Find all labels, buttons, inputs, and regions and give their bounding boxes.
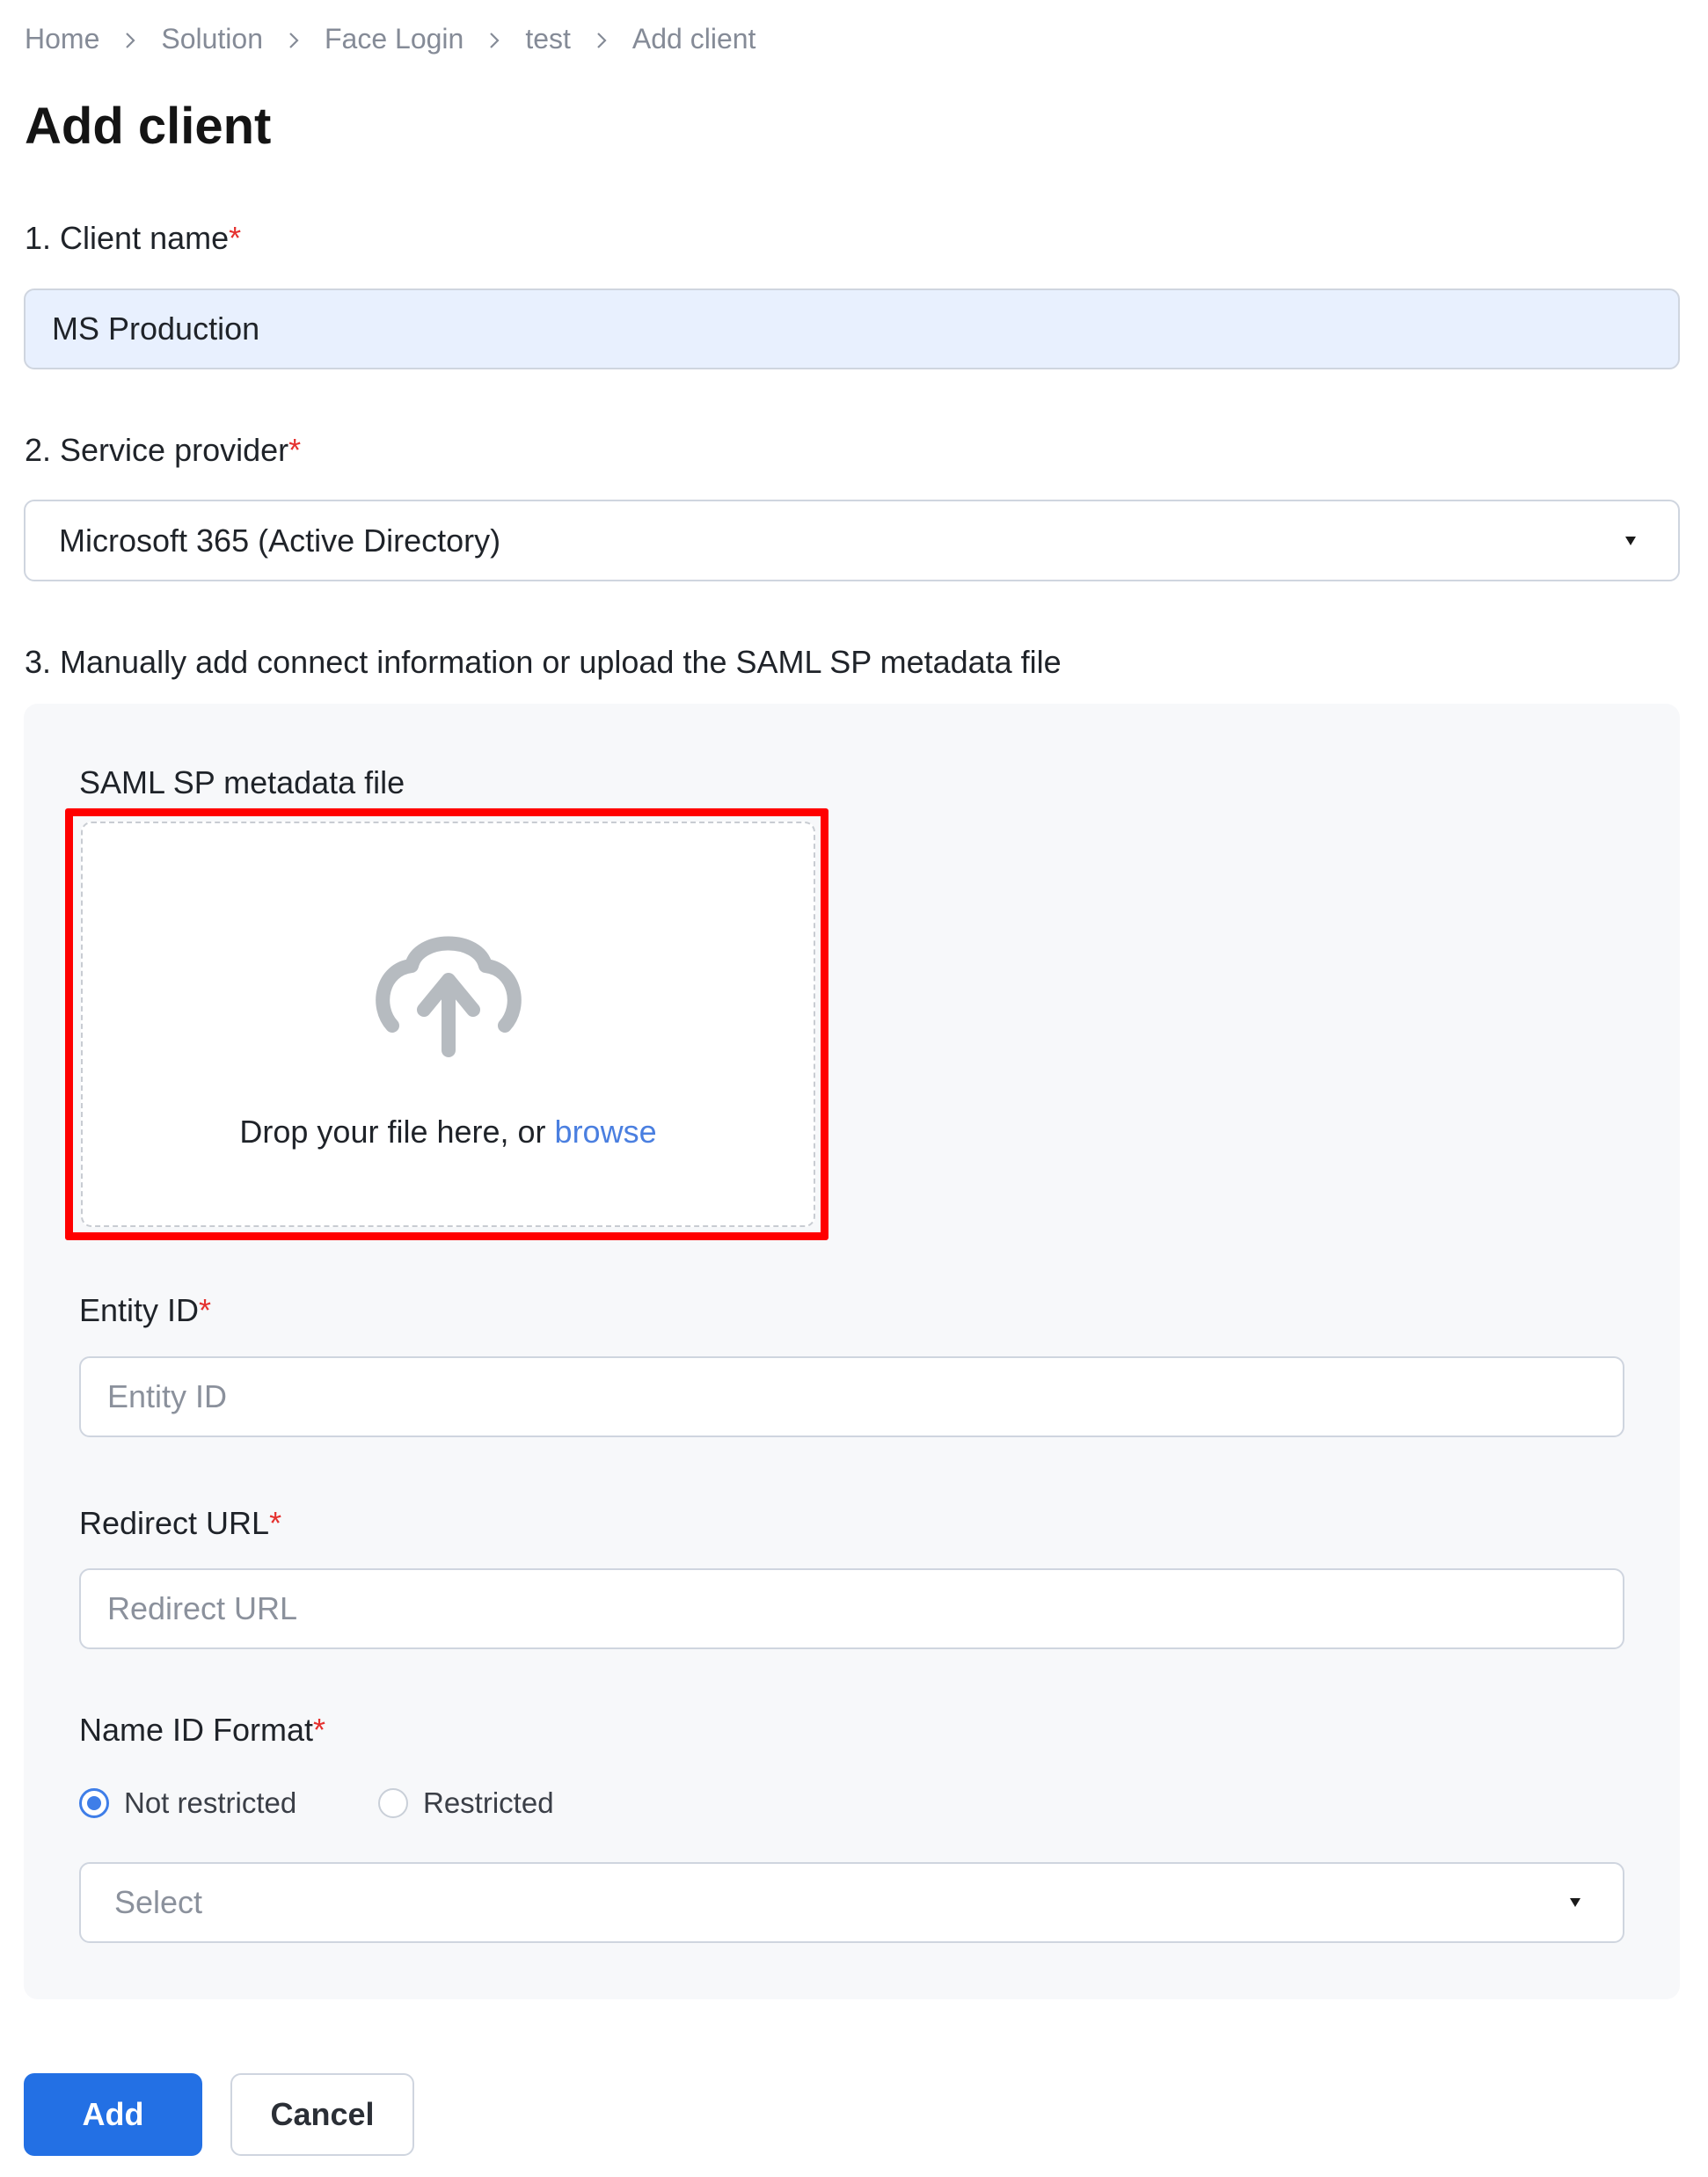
service-provider-label: 2. Service provider*: [25, 431, 301, 470]
name-id-format-label: Name ID Format*: [79, 1711, 325, 1750]
browse-link[interactable]: browse: [555, 1114, 657, 1150]
caret-down-icon: [1625, 536, 1636, 545]
breadcrumb-solution[interactable]: Solution: [161, 23, 263, 55]
service-provider-select[interactable]: Microsoft 365 (Active Directory): [24, 500, 1680, 581]
radio-label: Not restricted: [124, 1786, 297, 1819]
select-placeholder: Select: [114, 1884, 203, 1920]
caret-down-icon: [1570, 1898, 1580, 1907]
name-id-format-select[interactable]: Select: [79, 1862, 1624, 1943]
chevron-right-icon: [463, 23, 525, 55]
radio-checked-icon[interactable]: [79, 1788, 109, 1818]
cloud-upload-icon: [376, 936, 522, 1057]
breadcrumb: Home Solution Face Login test Add client: [25, 21, 755, 56]
connect-info-label: 3. Manually add connect information or u…: [25, 644, 1062, 680]
client-name-input[interactable]: [24, 289, 1680, 369]
service-provider-label-text: 2. Service provider: [25, 432, 289, 468]
required-mark: *: [199, 1292, 212, 1328]
service-provider-value: Microsoft 365 (Active Directory): [59, 522, 501, 559]
client-name-label-text: 1. Client name: [25, 220, 230, 256]
entity-id-label: Entity ID*: [79, 1291, 211, 1330]
breadcrumb-test[interactable]: test: [525, 23, 571, 55]
required-mark: *: [269, 1505, 282, 1541]
redirect-url-input[interactable]: [79, 1568, 1624, 1649]
chevron-right-icon: [263, 23, 325, 55]
entity-id-label-text: Entity ID: [79, 1292, 200, 1328]
add-button[interactable]: Add: [24, 2073, 202, 2156]
required-mark: *: [313, 1712, 326, 1748]
breadcrumb-home[interactable]: Home: [25, 23, 99, 55]
metadata-file-label: SAML SP metadata file: [79, 764, 405, 800]
required-mark: *: [229, 220, 242, 256]
required-mark: *: [288, 432, 302, 468]
breadcrumb-add-client: Add client: [631, 22, 756, 55]
chevron-right-icon: [99, 23, 161, 55]
metadata-file-dropzone[interactable]: Drop your file here, or browse: [81, 822, 815, 1227]
dropzone-text: Drop your file here, or browse: [83, 1114, 814, 1151]
radio-restricted[interactable]: Restricted: [378, 1786, 554, 1820]
redirect-url-label: Redirect URL*: [79, 1504, 281, 1543]
page-title: Add client: [25, 98, 272, 155]
chevron-right-icon: [571, 23, 632, 55]
breadcrumb-face-login[interactable]: Face Login: [325, 23, 463, 55]
redirect-url-label-text: Redirect URL: [79, 1505, 270, 1541]
entity-id-input[interactable]: [79, 1356, 1624, 1437]
drop-instructions: Drop your file here, or: [239, 1114, 555, 1150]
radio-unchecked-icon[interactable]: [378, 1788, 408, 1818]
client-name-label: 1. Client name*: [25, 219, 241, 258]
name-id-format-label-text: Name ID Format: [79, 1712, 314, 1748]
radio-label: Restricted: [423, 1786, 554, 1819]
radio-not-restricted[interactable]: Not restricted: [79, 1786, 296, 1820]
cancel-button[interactable]: Cancel: [230, 2073, 414, 2156]
